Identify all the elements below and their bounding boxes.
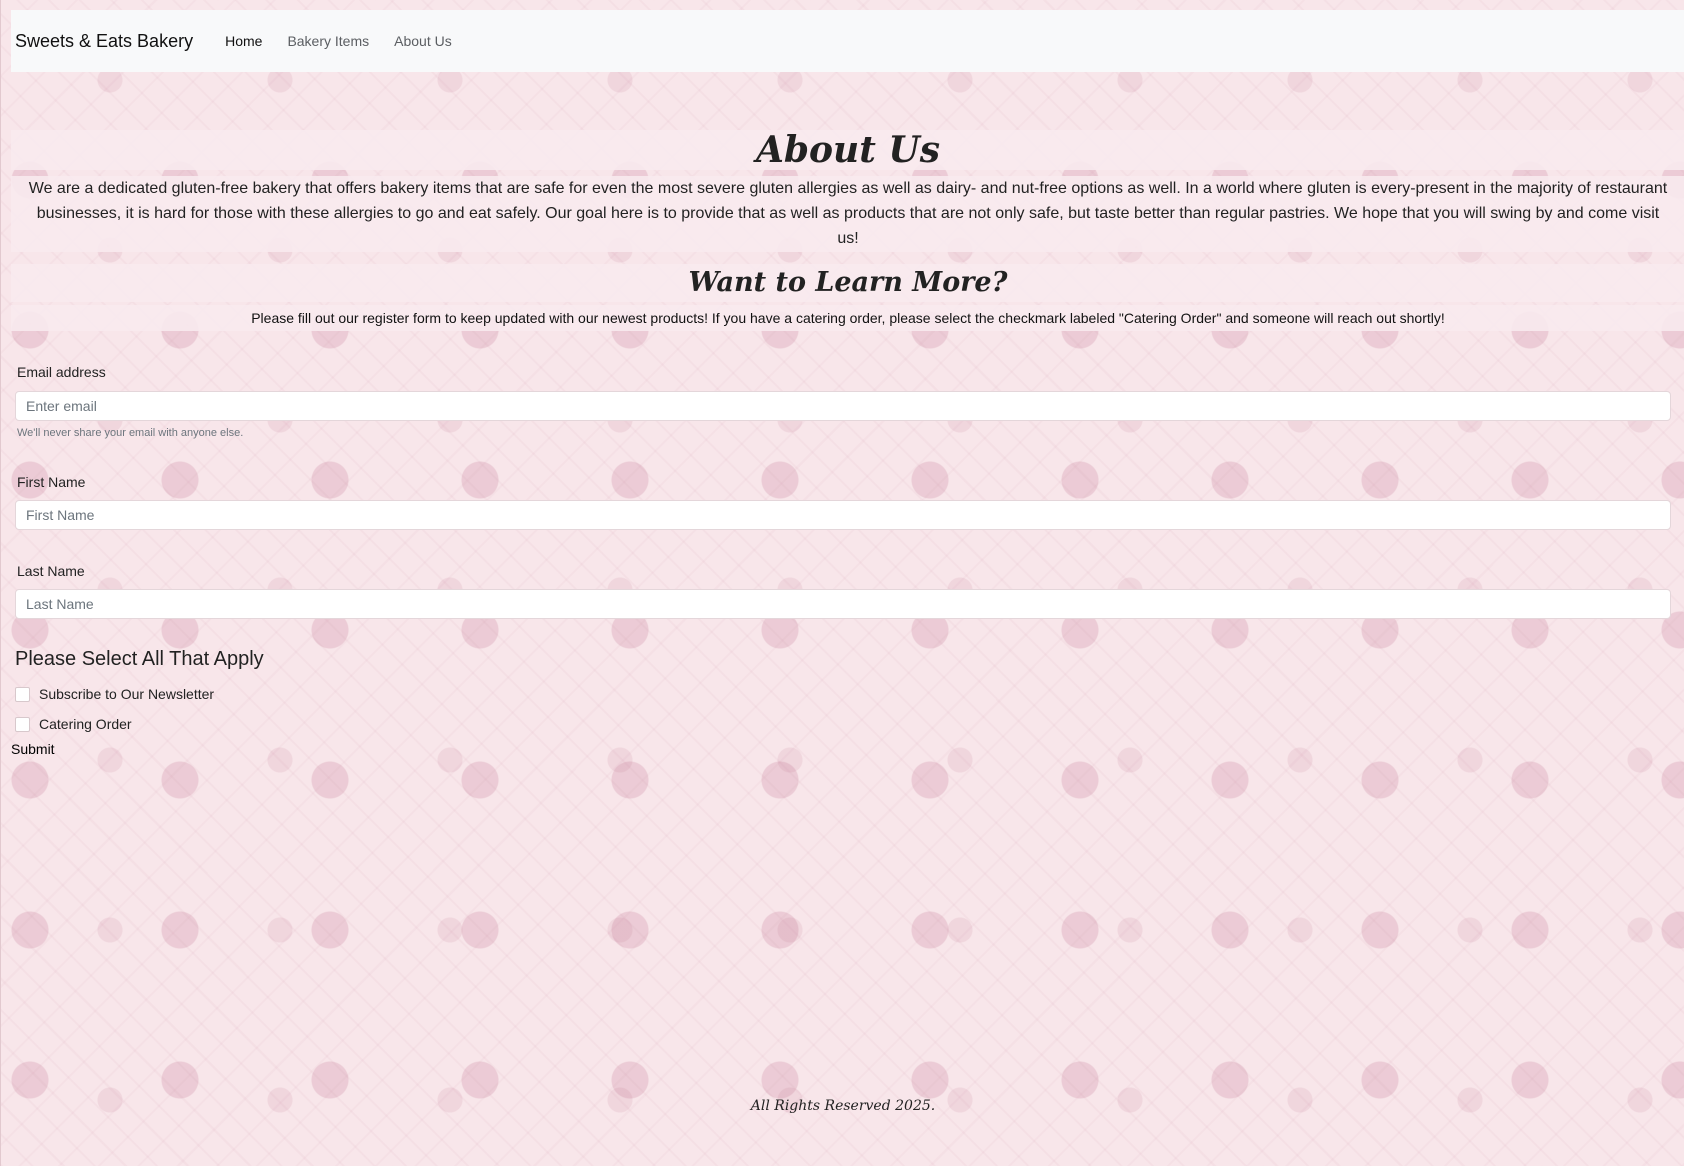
- learn-more-description: Please fill out our register form to kee…: [11, 305, 1684, 331]
- newsletter-check-row[interactable]: Subscribe to Our Newsletter: [15, 686, 214, 702]
- nav-link-about-us[interactable]: About Us: [394, 33, 452, 49]
- email-help-text: We'll never share your email with anyone…: [17, 427, 244, 439]
- email-input[interactable]: [15, 391, 1671, 421]
- newsletter-checkbox[interactable]: [15, 686, 30, 702]
- nav-link-home[interactable]: Home: [225, 33, 262, 49]
- footer-text: All Rights Reserved 2025.: [750, 1098, 936, 1114]
- navbar: Sweets & Eats Bakery Home Bakery Items A…: [11, 10, 1684, 72]
- catering-checkbox[interactable]: [15, 716, 30, 732]
- first-name-label: First Name: [17, 474, 86, 490]
- checks-heading: Please Select All That Apply: [15, 648, 264, 670]
- first-name-input[interactable]: [15, 500, 1671, 530]
- last-name-label: Last Name: [17, 563, 85, 579]
- newsletter-label: Subscribe to Our Newsletter: [39, 686, 215, 702]
- submit-button[interactable]: Submit: [11, 741, 55, 757]
- email-label: Email address: [17, 364, 106, 380]
- catering-label: Catering Order: [39, 716, 132, 732]
- nav-link-bakery-items[interactable]: Bakery Items: [287, 33, 369, 49]
- learn-more-title: Want to Learn More?: [11, 264, 1684, 302]
- catering-check-row[interactable]: Catering Order: [15, 716, 132, 732]
- last-name-input[interactable]: [15, 589, 1671, 619]
- about-title: About Us: [11, 130, 1684, 170]
- brand-logo-text[interactable]: Sweets & Eats Bakery: [15, 31, 193, 52]
- about-description: We are a dedicated gluten-free bakery th…: [11, 176, 1684, 252]
